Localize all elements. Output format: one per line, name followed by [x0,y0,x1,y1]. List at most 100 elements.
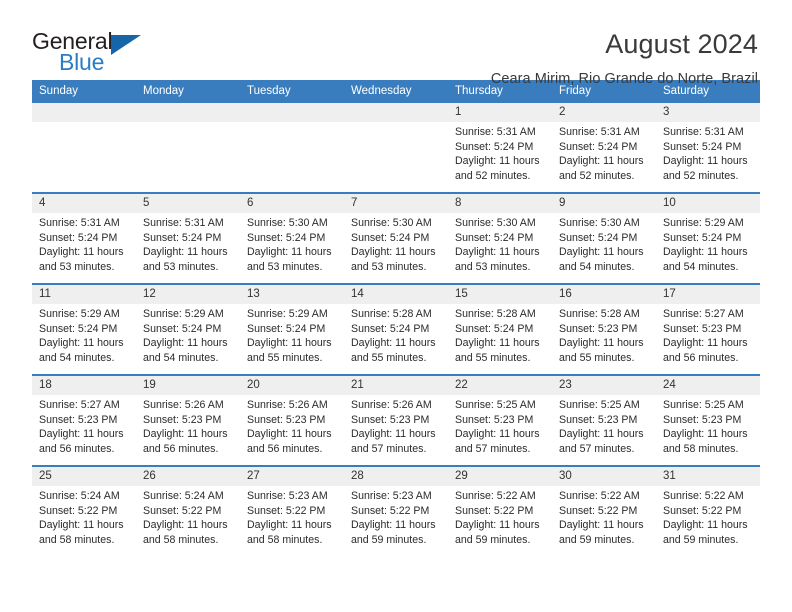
daylight-text: and 59 minutes. [663,534,739,547]
calendar-day-cell[interactable]: 25 Sunrise: 5:24 AM Sunset: 5:22 PM Dayligh… [32,467,136,556]
calendar-day-cell[interactable]: 6 Sunrise: 5:30 AM Sunset: 5:24 PM Daylight… [240,194,344,283]
daylight-text: Daylight: 11 hours [455,519,540,532]
daylight-text: Daylight: 11 hours [559,428,644,441]
daylight-text: and 52 minutes. [559,170,635,183]
day-details: Sunrise: 5:30 AM Sunset: 5:24 PM Daylight:… [240,213,344,275]
sunset-text: Sunset: 5:24 PM [351,231,430,244]
sunrise-text: Sunrise: 5:26 AM [143,399,224,411]
sunrise-text: Sunrise: 5:23 AM [351,490,432,502]
sunset-text: Sunset: 5:23 PM [663,322,742,335]
daylight-text: and 55 minutes. [559,352,635,365]
day-number: 5 [136,194,240,213]
sunset-text: Sunset: 5:24 PM [455,322,534,335]
daylight-text: and 56 minutes. [663,352,739,365]
day-number: 6 [240,194,344,213]
daylight-text: and 55 minutes. [247,352,323,365]
calendar-day-cell[interactable]: 31 Sunrise: 5:22 AM Sunset: 5:22 PM Dayligh… [656,467,760,556]
daylight-text: Daylight: 11 hours [663,155,748,168]
calendar-day-cell[interactable]: 20 Sunrise: 5:26 AM Sunset: 5:23 PM Dayligh… [240,376,344,465]
calendar-day-cell[interactable]: 4 Sunrise: 5:31 AM Sunset: 5:24 PM Daylight… [32,194,136,283]
calendar-day-cell[interactable]: 15 Sunrise: 5:28 AM Sunset: 5:24 PM Dayligh… [448,285,552,374]
calendar-day-cell[interactable]: 8 Sunrise: 5:30 AM Sunset: 5:24 PM Daylight… [448,194,552,283]
calendar-day-cell[interactable]: 7 Sunrise: 5:30 AM Sunset: 5:24 PM Daylight… [344,194,448,283]
calendar-day-cell[interactable]: 29 Sunrise: 5:22 AM Sunset: 5:22 PM Dayligh… [448,467,552,556]
calendar-day-cell[interactable]: 22 Sunrise: 5:25 AM Sunset: 5:23 PM Dayligh… [448,376,552,465]
sunset-text: Sunset: 5:24 PM [663,140,742,153]
day-number: 9 [552,194,656,213]
day-number: 14 [344,285,448,304]
sunset-text: Sunset: 5:22 PM [247,504,326,517]
day-number: 10 [656,194,760,213]
daylight-text: and 53 minutes. [351,261,427,274]
calendar-day-cell[interactable]: 5 Sunrise: 5:31 AM Sunset: 5:24 PM Daylight… [136,194,240,283]
daylight-text: and 52 minutes. [663,170,739,183]
calendar-week-row: 25 Sunrise: 5:24 AM Sunset: 5:22 PM Dayligh… [32,465,760,556]
calendar-day-cell[interactable]: 21 Sunrise: 5:26 AM Sunset: 5:23 PM Dayligh… [344,376,448,465]
calendar-day-cell[interactable]: 28 Sunrise: 5:23 AM Sunset: 5:22 PM Dayligh… [344,467,448,556]
sunset-text: Sunset: 5:22 PM [351,504,430,517]
daylight-text: and 56 minutes. [247,443,323,456]
day-details [240,122,344,125]
general-blue-logo[interactable]: General Blue [32,28,152,80]
daylight-text: Daylight: 11 hours [39,428,124,441]
day-details [136,122,240,125]
calendar-day-cell[interactable]: 30 Sunrise: 5:22 AM Sunset: 5:22 PM Dayligh… [552,467,656,556]
calendar-day-cell[interactable]: 16 Sunrise: 5:28 AM Sunset: 5:23 PM Dayligh… [552,285,656,374]
sunset-text: Sunset: 5:22 PM [663,504,742,517]
day-number: 30 [552,467,656,486]
daylight-text: and 53 minutes. [247,261,323,274]
day-details: Sunrise: 5:23 AM Sunset: 5:22 PM Daylight:… [240,486,344,548]
day-details: Sunrise: 5:29 AM Sunset: 5:24 PM Daylight:… [32,304,136,366]
sunset-text: Sunset: 5:24 PM [247,231,326,244]
calendar-day-cell[interactable]: 24 Sunrise: 5:25 AM Sunset: 5:23 PM Dayligh… [656,376,760,465]
daylight-text: Daylight: 11 hours [39,246,124,259]
daylight-text: and 53 minutes. [455,261,531,274]
calendar-day-cell[interactable]: 11 Sunrise: 5:29 AM Sunset: 5:24 PM Dayligh… [32,285,136,374]
daylight-text: Daylight: 11 hours [39,519,124,532]
day-details: Sunrise: 5:29 AM Sunset: 5:24 PM Daylight:… [240,304,344,366]
day-number: 25 [32,467,136,486]
day-details [32,122,136,125]
day-number: 15 [448,285,552,304]
day-details: Sunrise: 5:26 AM Sunset: 5:23 PM Daylight:… [344,395,448,457]
calendar-day-cell[interactable]: 13 Sunrise: 5:29 AM Sunset: 5:24 PM Dayligh… [240,285,344,374]
daylight-text: Daylight: 11 hours [143,337,228,350]
calendar-day-cell[interactable]: 10 Sunrise: 5:29 AM Sunset: 5:24 PM Dayligh… [656,194,760,283]
daylight-text: and 54 minutes. [559,261,635,274]
daylight-text: and 57 minutes. [351,443,427,456]
sunset-text: Sunset: 5:23 PM [663,413,742,426]
calendar-day-cell[interactable]: 3 Sunrise: 5:31 AM Sunset: 5:24 PM Daylight… [656,103,760,192]
daylight-text: and 58 minutes. [39,534,115,547]
day-number [240,103,344,122]
calendar-day-cell[interactable]: 27 Sunrise: 5:23 AM Sunset: 5:22 PM Dayligh… [240,467,344,556]
page-header: General Blue August 2024 Ceara Mirim, Ri… [0,0,792,87]
day-number: 19 [136,376,240,395]
daylight-text: Daylight: 11 hours [559,337,644,350]
calendar-day-cell[interactable]: 1 Sunrise: 5:31 AM Sunset: 5:24 PM Daylight… [448,103,552,192]
calendar-day-cell-empty [240,103,344,192]
day-details: Sunrise: 5:23 AM Sunset: 5:22 PM Daylight:… [344,486,448,548]
calendar-day-cell[interactable]: 2 Sunrise: 5:31 AM Sunset: 5:24 PM Daylight… [552,103,656,192]
calendar-day-cell[interactable]: 9 Sunrise: 5:30 AM Sunset: 5:24 PM Daylight… [552,194,656,283]
day-number: 8 [448,194,552,213]
calendar-day-cell[interactable]: 17 Sunrise: 5:27 AM Sunset: 5:23 PM Dayligh… [656,285,760,374]
daylight-text: and 57 minutes. [559,443,635,456]
triangle-icon [111,35,141,55]
day-details: Sunrise: 5:29 AM Sunset: 5:24 PM Daylight:… [656,213,760,275]
sunrise-text: Sunrise: 5:27 AM [663,308,744,320]
day-details: Sunrise: 5:31 AM Sunset: 5:24 PM Daylight:… [32,213,136,275]
calendar-day-cell[interactable]: 18 Sunrise: 5:27 AM Sunset: 5:23 PM Dayligh… [32,376,136,465]
calendar-day-cell[interactable]: 14 Sunrise: 5:28 AM Sunset: 5:24 PM Dayligh… [344,285,448,374]
calendar-day-cell[interactable]: 23 Sunrise: 5:25 AM Sunset: 5:23 PM Dayligh… [552,376,656,465]
sunset-text: Sunset: 5:24 PM [663,231,742,244]
sunset-text: Sunset: 5:23 PM [455,413,534,426]
sunrise-text: Sunrise: 5:30 AM [351,217,432,229]
calendar-day-cell[interactable]: 26 Sunrise: 5:24 AM Sunset: 5:22 PM Dayligh… [136,467,240,556]
calendar-day-cell[interactable]: 19 Sunrise: 5:26 AM Sunset: 5:23 PM Dayligh… [136,376,240,465]
sunset-text: Sunset: 5:24 PM [39,322,118,335]
sunset-text: Sunset: 5:24 PM [559,231,638,244]
day-number: 3 [656,103,760,122]
daylight-text: Daylight: 11 hours [143,428,228,441]
calendar-day-cell[interactable]: 12 Sunrise: 5:29 AM Sunset: 5:24 PM Dayligh… [136,285,240,374]
day-details: Sunrise: 5:28 AM Sunset: 5:23 PM Daylight:… [552,304,656,366]
